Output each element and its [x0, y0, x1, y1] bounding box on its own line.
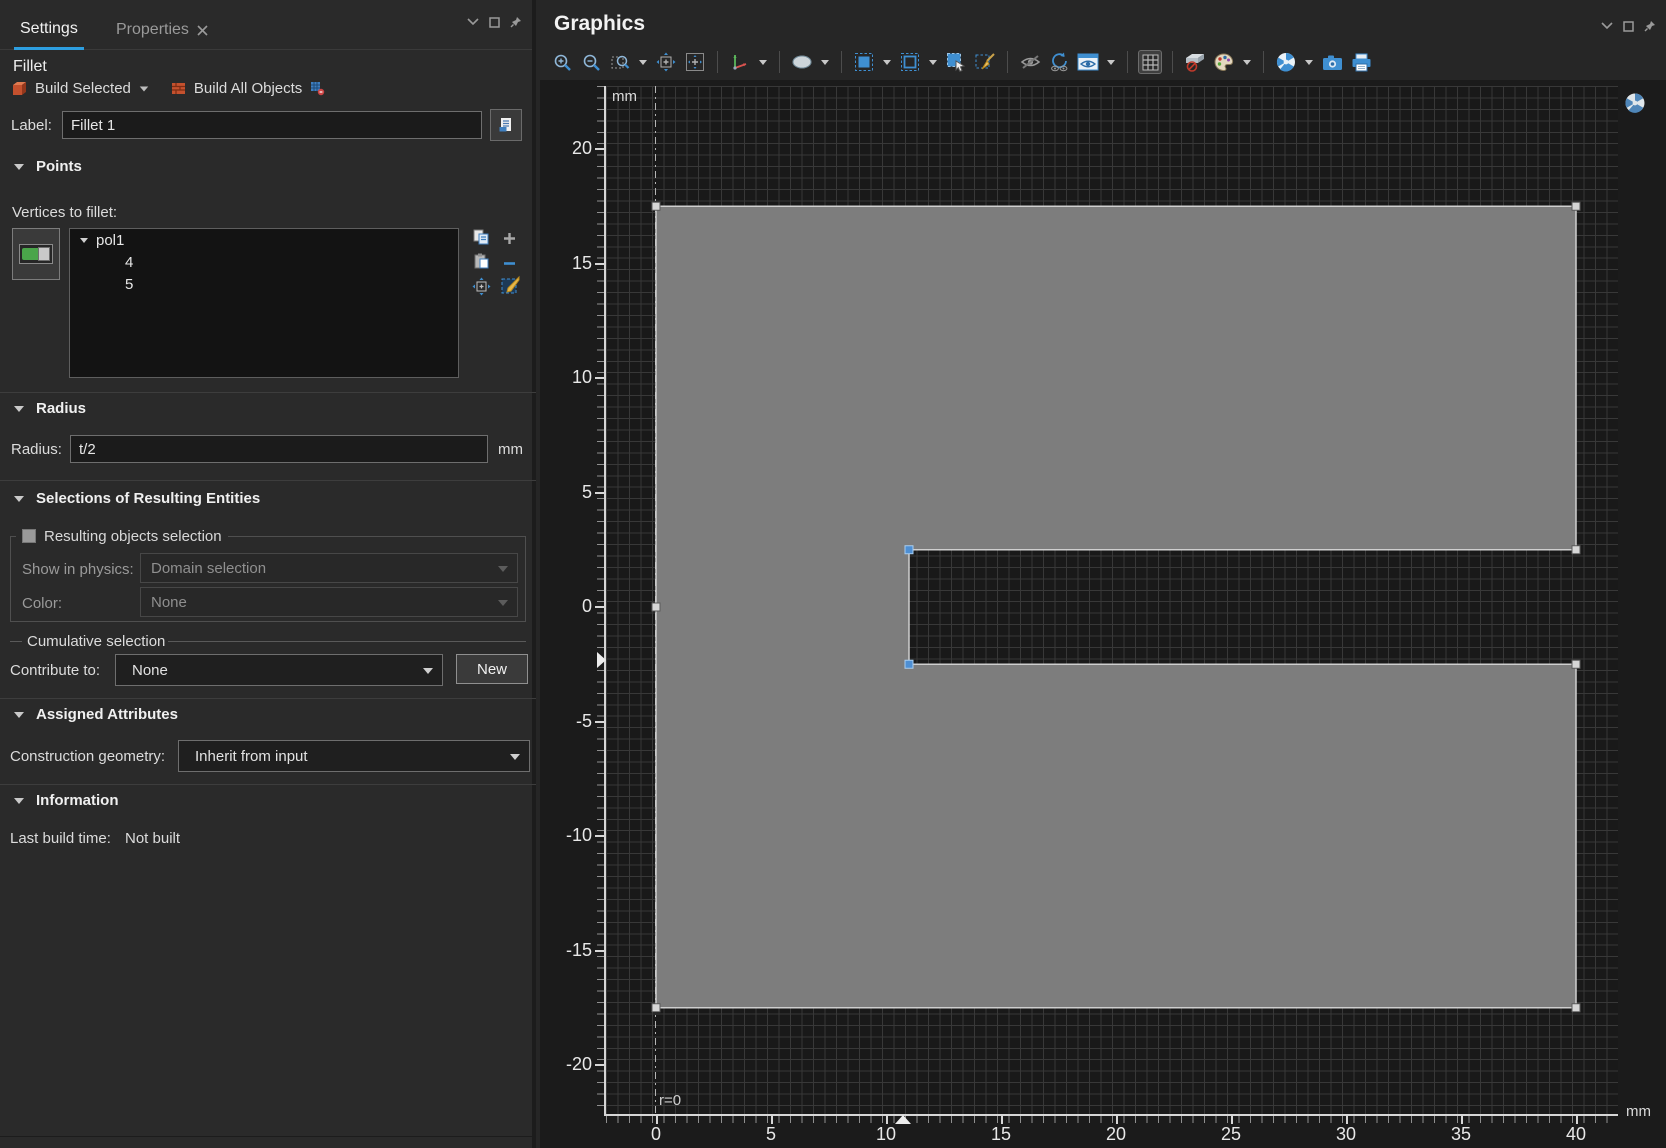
vertex-handle[interactable] — [1572, 546, 1580, 554]
vertex-handle[interactable] — [1572, 1004, 1580, 1012]
geometry-shape[interactable] — [656, 206, 1576, 1008]
vertex-handle[interactable] — [1572, 202, 1580, 210]
selected-vertex-handle[interactable] — [905, 660, 913, 668]
geometry-canvas[interactable] — [0, 0, 1666, 1148]
vertex-handle[interactable] — [652, 202, 660, 210]
plot-layer: mm mm r=0 051015202530354020151050-5-10-… — [0, 0, 1666, 1148]
application-window: Settings Properties Fillet Build Selecte… — [0, 0, 1666, 1148]
vertex-handle[interactable] — [652, 1004, 660, 1012]
selected-vertex-handle[interactable] — [905, 546, 913, 554]
vertex-handle[interactable] — [652, 603, 660, 611]
vertex-handle[interactable] — [1572, 660, 1580, 668]
